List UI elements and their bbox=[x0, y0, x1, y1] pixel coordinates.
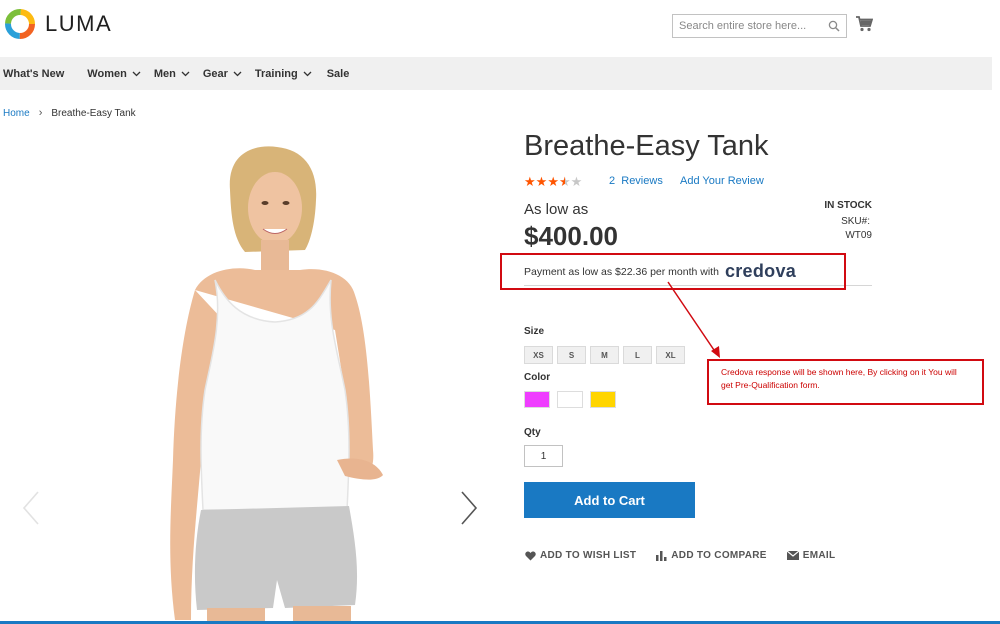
breadcrumb: Home › Breathe-Easy Tank bbox=[3, 107, 136, 119]
nav-label: Training bbox=[254, 67, 298, 80]
chevron-down-icon bbox=[303, 71, 312, 76]
color-label: Color bbox=[524, 372, 551, 383]
breadcrumb-separator-icon: › bbox=[38, 107, 43, 119]
stock-status: IN STOCK bbox=[824, 200, 872, 211]
wishlist-label: ADD TO WISH LIST bbox=[540, 550, 637, 561]
nav-label: Gear bbox=[202, 67, 228, 80]
product-gallery bbox=[5, 130, 490, 624]
search-input[interactable] bbox=[679, 20, 828, 32]
star-icon: ★ bbox=[524, 174, 536, 189]
rating-stars: ★ ★ ★ ★ ★ bbox=[524, 175, 582, 188]
color-options bbox=[524, 391, 623, 408]
size-option-xs[interactable]: XS bbox=[524, 346, 553, 364]
logo-text: LUMA bbox=[45, 11, 113, 36]
nav-label: Men bbox=[153, 67, 176, 80]
color-swatch-white[interactable] bbox=[557, 391, 583, 408]
email-label: EMAIL bbox=[802, 550, 836, 561]
product-price: $400.00 bbox=[524, 221, 618, 251]
nav-item-whats-new[interactable]: What's New bbox=[3, 68, 64, 80]
product-page: LUMA What's New Women Men Gear bbox=[0, 0, 1000, 624]
add-to-compare-link[interactable]: ADD TO COMPARE bbox=[656, 550, 767, 561]
payment-text: Payment as low as $22.36 per month with bbox=[524, 265, 719, 278]
breadcrumb-current: Breathe-Easy Tank bbox=[51, 107, 136, 119]
size-option-xl[interactable]: XL bbox=[656, 346, 685, 364]
cart-icon[interactable] bbox=[855, 15, 873, 33]
nav-item-gear[interactable]: Gear bbox=[203, 68, 242, 80]
credova-payment-widget[interactable]: Payment as low as $22.36 per month with … bbox=[500, 253, 846, 290]
sku-label: SKU#: bbox=[841, 216, 870, 227]
chevron-down-icon bbox=[181, 71, 190, 76]
size-label: Size bbox=[524, 326, 545, 337]
search-box bbox=[672, 14, 847, 38]
product-image[interactable] bbox=[105, 130, 435, 624]
reviews-link[interactable]: 2 Reviews bbox=[609, 175, 663, 187]
qty-input[interactable] bbox=[524, 445, 563, 467]
nav-label: What's New bbox=[3, 67, 65, 80]
star-icon: ★ bbox=[570, 174, 583, 189]
nav-item-women[interactable]: Women bbox=[87, 68, 141, 80]
size-option-l[interactable]: L bbox=[623, 346, 652, 364]
store-logo[interactable]: LUMA bbox=[4, 8, 112, 40]
color-swatch-yellow[interactable] bbox=[590, 391, 616, 408]
product-rating: ★ ★ ★ ★ ★ bbox=[524, 175, 582, 188]
gallery-prev-arrow-icon[interactable] bbox=[22, 491, 40, 525]
nav-item-sale[interactable]: Sale bbox=[327, 68, 350, 80]
luma-logo-icon bbox=[5, 9, 35, 39]
gallery-next-arrow-icon[interactable] bbox=[460, 491, 478, 525]
search-icon[interactable] bbox=[828, 20, 840, 32]
nav-label: Women bbox=[87, 67, 127, 80]
size-option-m[interactable]: M bbox=[590, 346, 619, 364]
add-to-cart-button[interactable]: Add to Cart bbox=[524, 482, 695, 518]
product-title: Breathe-Easy Tank bbox=[524, 130, 769, 162]
envelope-icon bbox=[786, 551, 799, 560]
reviews-count: 2 bbox=[609, 175, 616, 187]
email-link[interactable]: EMAIL bbox=[786, 550, 836, 561]
add-to-wishlist-link[interactable]: ADD TO WISH LIST bbox=[525, 550, 636, 561]
star-icon: ★ bbox=[558, 174, 571, 189]
size-option-s[interactable]: S bbox=[557, 346, 586, 364]
main-nav: What's New Women Men Gear Training Sale bbox=[0, 57, 992, 90]
star-icon: ★ bbox=[535, 174, 548, 189]
credova-logo: credova bbox=[724, 261, 797, 281]
color-swatch-purple[interactable] bbox=[524, 391, 550, 408]
star-icon: ★ bbox=[547, 174, 559, 189]
product-actions: ADD TO WISH LIST ADD TO COMPARE EMAIL bbox=[525, 550, 855, 561]
heart-icon bbox=[525, 551, 536, 560]
compare-label: ADD TO COMPARE bbox=[671, 550, 767, 561]
nav-item-training[interactable]: Training bbox=[255, 68, 312, 80]
as-low-as-label: As low as bbox=[524, 201, 589, 218]
breadcrumb-home-link[interactable]: Home bbox=[3, 108, 30, 119]
chevron-down-icon bbox=[233, 71, 242, 76]
size-options: XS S M L XL bbox=[524, 346, 689, 364]
add-review-link[interactable]: Add Your Review bbox=[680, 175, 764, 187]
reviews-label: Reviews bbox=[621, 175, 663, 187]
annotation-note: Credova response will be shown here, By … bbox=[707, 359, 984, 405]
nav-label: Sale bbox=[326, 67, 350, 80]
qty-label: Qty bbox=[524, 427, 541, 438]
sku-value: WT09 bbox=[845, 230, 872, 241]
compare-icon bbox=[656, 550, 667, 561]
chevron-down-icon bbox=[132, 71, 141, 76]
nav-item-men[interactable]: Men bbox=[154, 68, 190, 80]
